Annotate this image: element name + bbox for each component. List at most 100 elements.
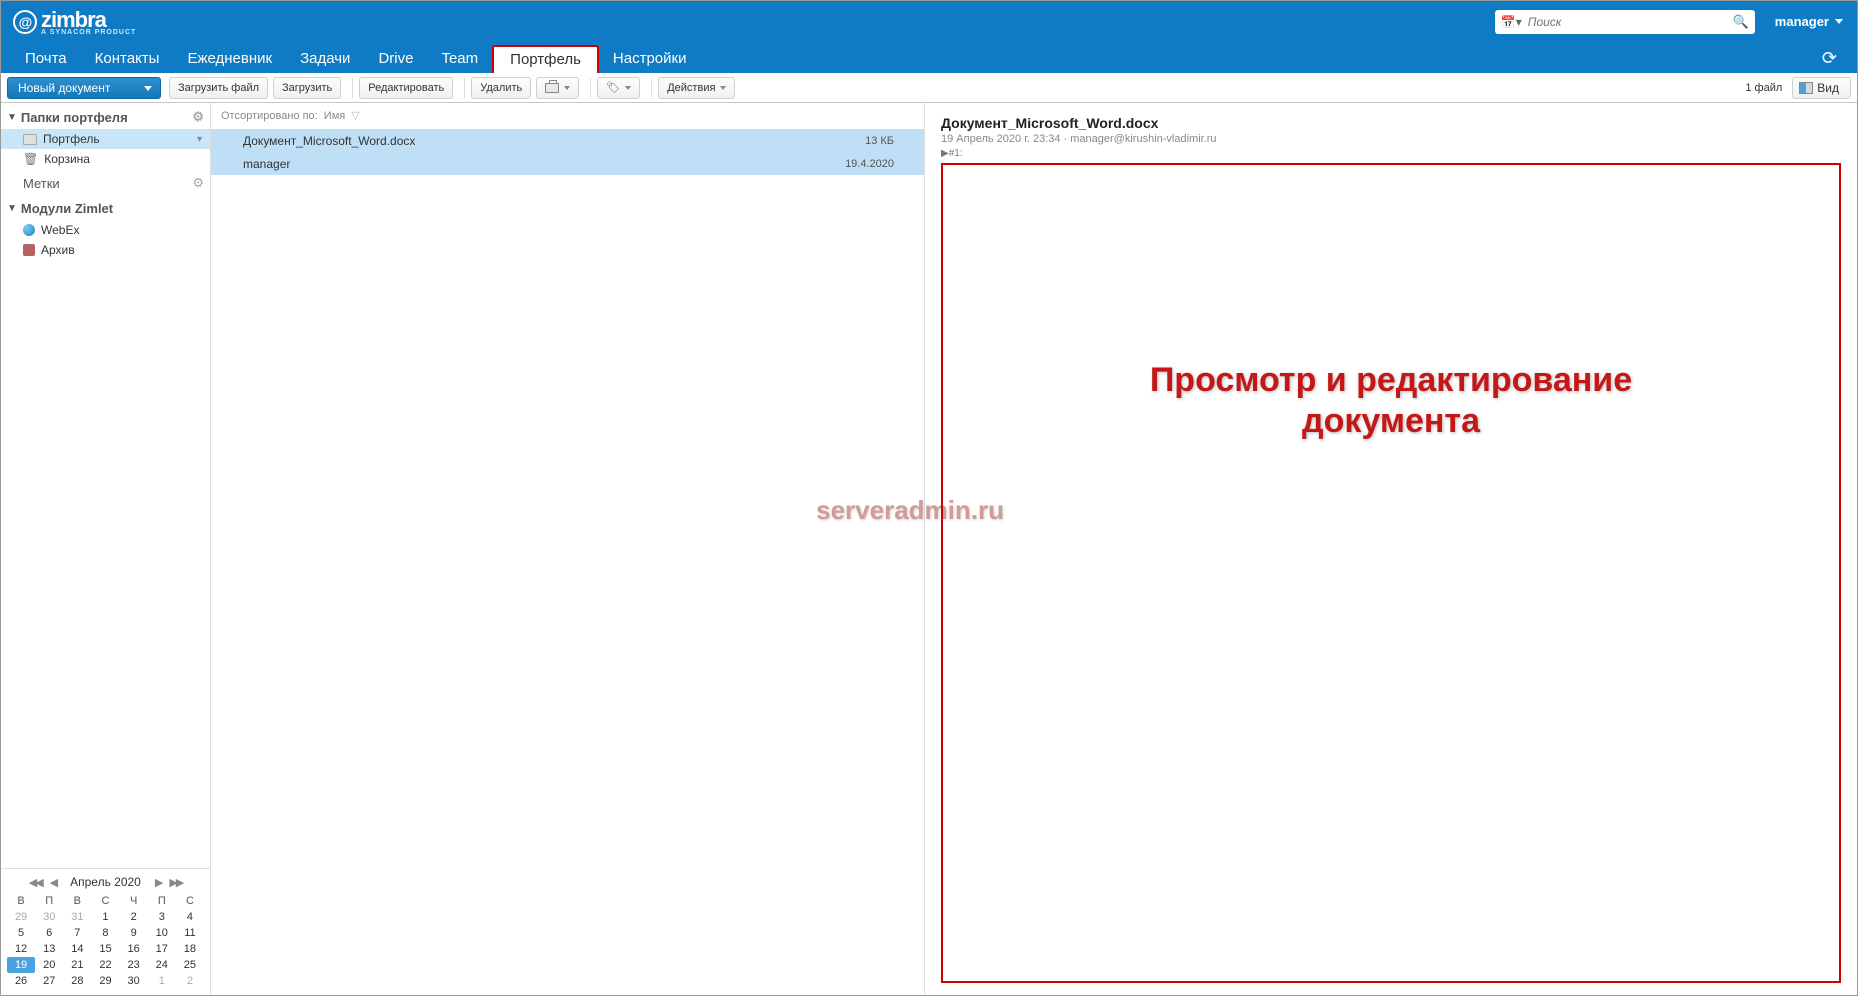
new-document-button[interactable]: Новый документ (7, 77, 161, 99)
tags-header[interactable]: Метки ⚙ (1, 169, 210, 195)
cal-day[interactable]: 13 (35, 941, 63, 957)
chevron-down-icon (625, 86, 631, 90)
cal-next-month[interactable]: ▶ (155, 876, 161, 889)
cal-day[interactable]: 23 (120, 957, 148, 973)
cal-day[interactable]: 24 (148, 957, 176, 973)
cal-day[interactable]: 22 (91, 957, 119, 973)
logo[interactable]: @ zimbra A SYNACOR PRODUCT (13, 7, 136, 36)
chevron-down-icon[interactable]: ▾ (197, 134, 202, 145)
zimlets-header[interactable]: ▼ Модули Zimlet (1, 195, 210, 220)
user-label: manager (1775, 14, 1829, 29)
cal-day[interactable]: 27 (35, 973, 63, 989)
cal-next-year[interactable]: ▶▶ (169, 876, 182, 889)
chevron-down-icon (564, 86, 570, 90)
upload-file-label: Загрузить файл (178, 82, 259, 94)
file-author: manager (243, 157, 845, 171)
search-bar[interactable]: 📅▾ 🔍 (1495, 10, 1755, 34)
tab-briefcase[interactable]: Портфель (492, 45, 599, 73)
collapse-icon: ▼ (7, 112, 17, 123)
cal-day[interactable]: 14 (63, 941, 91, 957)
delete-button[interactable]: Удалить (471, 77, 531, 99)
sort-bar[interactable]: Отсортировано по: Имя ▽ (211, 103, 924, 129)
cal-title[interactable]: Апрель 2020 (70, 875, 141, 889)
view-label: Вид (1817, 81, 1839, 95)
cal-day[interactable]: 26 (7, 973, 35, 989)
cal-day[interactable]: 17 (148, 941, 176, 957)
cal-day[interactable]: 6 (35, 925, 63, 941)
sidebar-item-briefcase[interactable]: Портфель ▾ (1, 129, 210, 149)
search-icon[interactable]: 🔍 (1733, 14, 1749, 30)
main-tabs: Почта Контакты Ежедневник Задачи Drive T… (1, 42, 1857, 73)
cal-prev-year[interactable]: ◀◀ (29, 876, 42, 889)
upload-file-button[interactable]: Загрузить файл (169, 77, 268, 99)
cal-day[interactable]: 2 (176, 973, 204, 989)
cal-day[interactable]: 11 (176, 925, 204, 941)
gear-icon[interactable]: ⚙ (192, 109, 204, 125)
tab-team[interactable]: Team (427, 44, 492, 73)
cal-day[interactable]: 30 (35, 909, 63, 925)
view-toggle-button[interactable]: Вид (1792, 77, 1851, 99)
cal-day[interactable]: 7 (63, 925, 91, 941)
chevron-down-icon (1835, 19, 1843, 24)
user-menu[interactable]: manager (1769, 10, 1849, 33)
cal-day[interactable]: 30 (120, 973, 148, 989)
calendar-search-icon[interactable]: 📅▾ (1501, 15, 1522, 29)
cal-day[interactable]: 1 (148, 973, 176, 989)
doc-nav[interactable]: ▶#1: (941, 148, 1841, 159)
cal-day[interactable]: 29 (7, 909, 35, 925)
cal-day[interactable]: 25 (176, 957, 204, 973)
sort-dir-icon: ▽ (351, 110, 359, 122)
tab-tasks[interactable]: Задачи (286, 44, 364, 73)
tab-settings[interactable]: Настройки (599, 44, 701, 73)
gear-icon[interactable]: ⚙ (192, 175, 204, 191)
cal-day[interactable]: 15 (91, 941, 119, 957)
sidebar-item-archive[interactable]: Архив (1, 240, 210, 260)
cal-day[interactable]: 4 (176, 909, 204, 925)
cal-dow: С (91, 893, 119, 909)
cal-day[interactable]: 21 (63, 957, 91, 973)
folders-header[interactable]: ▼ Папки портфеля ⚙ (1, 103, 210, 129)
cal-day[interactable]: 12 (7, 941, 35, 957)
cal-day[interactable]: 18 (176, 941, 204, 957)
file-row[interactable]: Документ_Microsoft_Word.docx 13 КБ (211, 129, 924, 152)
cal-day[interactable]: 9 (120, 925, 148, 941)
edit-button[interactable]: Редактировать (359, 77, 453, 99)
tab-drive[interactable]: Drive (364, 44, 427, 73)
tab-contacts[interactable]: Контакты (81, 44, 174, 73)
cal-day[interactable]: 31 (63, 909, 91, 925)
calendar-grid: ВПВСЧПС 29303112345678910111213141516171… (7, 893, 204, 989)
file-count: 1 файл (1745, 82, 1782, 94)
cal-day[interactable]: 19 (7, 957, 35, 973)
new-document-label: Новый документ (18, 81, 110, 95)
tags-header-label: Метки (23, 176, 60, 191)
cal-day[interactable]: 29 (91, 973, 119, 989)
search-input[interactable] (1528, 15, 1733, 29)
cal-day[interactable]: 2 (120, 909, 148, 925)
cal-day[interactable]: 1 (91, 909, 119, 925)
briefcase-menu-button[interactable] (536, 77, 579, 99)
cal-day[interactable]: 20 (35, 957, 63, 973)
cal-day[interactable]: 10 (148, 925, 176, 941)
cal-day[interactable]: 5 (7, 925, 35, 941)
upload-button[interactable]: Загрузить (273, 77, 341, 99)
cal-day[interactable]: 3 (148, 909, 176, 925)
cal-day[interactable]: 8 (91, 925, 119, 941)
tag-menu-button[interactable]: 🏷 (597, 77, 640, 99)
sidebar-item-trash[interactable]: 🗑 Корзина (1, 149, 210, 169)
tab-calendar[interactable]: Ежедневник (173, 44, 286, 73)
preview-viewport[interactable]: Просмотр и редактирование документа (941, 163, 1841, 983)
collapse-icon: ▼ (7, 203, 17, 214)
tab-mail[interactable]: Почта (11, 44, 81, 73)
file-row-author[interactable]: manager 19.4.2020 (211, 152, 924, 175)
logo-icon: @ (13, 10, 37, 34)
app-header: @ zimbra A SYNACOR PRODUCT 📅▾ 🔍 manager (1, 1, 1857, 42)
cal-day[interactable]: 16 (120, 941, 148, 957)
cal-dow: П (148, 893, 176, 909)
cal-dow: Ч (120, 893, 148, 909)
sidebar-item-webex[interactable]: WebEx (1, 220, 210, 240)
refresh-icon[interactable]: ⟳ (1814, 44, 1845, 73)
cal-prev-month[interactable]: ◀ (50, 876, 56, 889)
doc-meta: 19 Апрель 2020 г. 23:34 · manager@kirush… (941, 133, 1841, 145)
cal-day[interactable]: 28 (63, 973, 91, 989)
actions-button[interactable]: Действия (658, 77, 735, 99)
